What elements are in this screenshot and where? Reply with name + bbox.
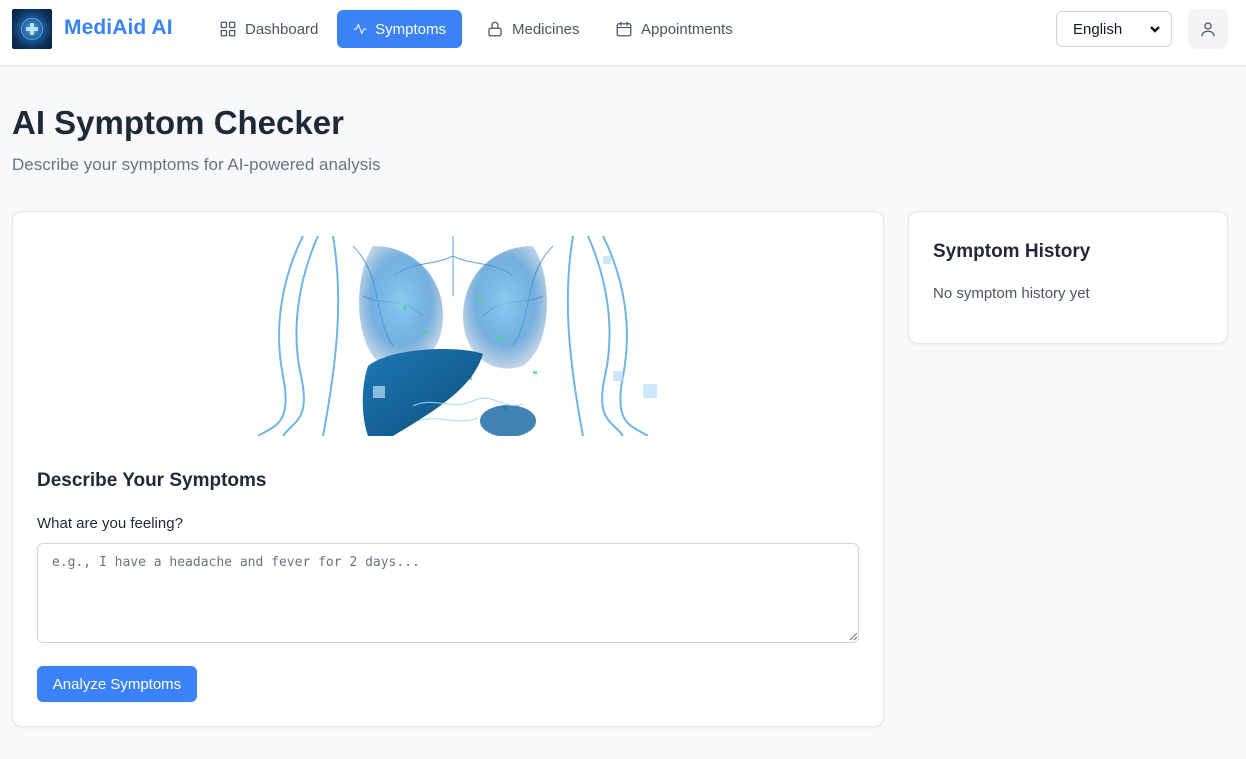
nav-symptoms[interactable]: Symptoms: [337, 10, 462, 48]
app-logo[interactable]: [12, 9, 52, 49]
page-title: AI Symptom Checker: [12, 104, 344, 141]
symptom-checker-card: Describe Your Symptoms What are you feel…: [12, 211, 884, 727]
user-icon: [1201, 22, 1215, 37]
form-section-title: Describe Your Symptoms: [37, 470, 267, 491]
page-subtitle: Describe your symptoms for AI-powered an…: [12, 155, 381, 174]
symptom-history-card: Symptom History No symptom history yet: [908, 211, 1228, 344]
calendar-icon: [616, 21, 632, 37]
medical-cross-icon: [26, 23, 38, 35]
nav-dashboard-label: Dashboard: [245, 20, 319, 38]
chevron-down-icon: [1150, 26, 1160, 33]
history-title: Symptom History: [933, 241, 1091, 262]
user-menu-button[interactable]: [1188, 9, 1228, 49]
analyze-symptoms-button[interactable]: Analyze Symptoms: [37, 666, 197, 702]
nav-medicines[interactable]: Medicines: [470, 10, 596, 48]
nav-symptoms-label: Symptoms: [375, 20, 446, 38]
nav-medicines-label: Medicines: [512, 20, 580, 38]
anatomy-illustration: [257, 236, 657, 436]
language-select[interactable]: English: [1056, 11, 1172, 47]
symptom-field-label: What are you feeling?: [37, 515, 183, 532]
language-select-value: English: [1073, 20, 1123, 38]
lock-icon: [488, 21, 502, 37]
history-empty-text: No symptom history yet: [933, 285, 1090, 302]
grid-icon: [220, 21, 236, 37]
nav-dashboard[interactable]: Dashboard: [203, 10, 334, 48]
symptom-textarea[interactable]: [37, 543, 859, 643]
nav-appointments[interactable]: Appointments: [599, 10, 749, 48]
activity-icon: [353, 23, 367, 35]
resize-handle-icon[interactable]: [849, 632, 858, 641]
nav-appointments-label: Appointments: [641, 20, 733, 38]
brand-name[interactable]: MediAid AI: [64, 16, 173, 40]
top-navbar: MediAid AI Dashboard Symptoms Medicines …: [0, 0, 1246, 66]
